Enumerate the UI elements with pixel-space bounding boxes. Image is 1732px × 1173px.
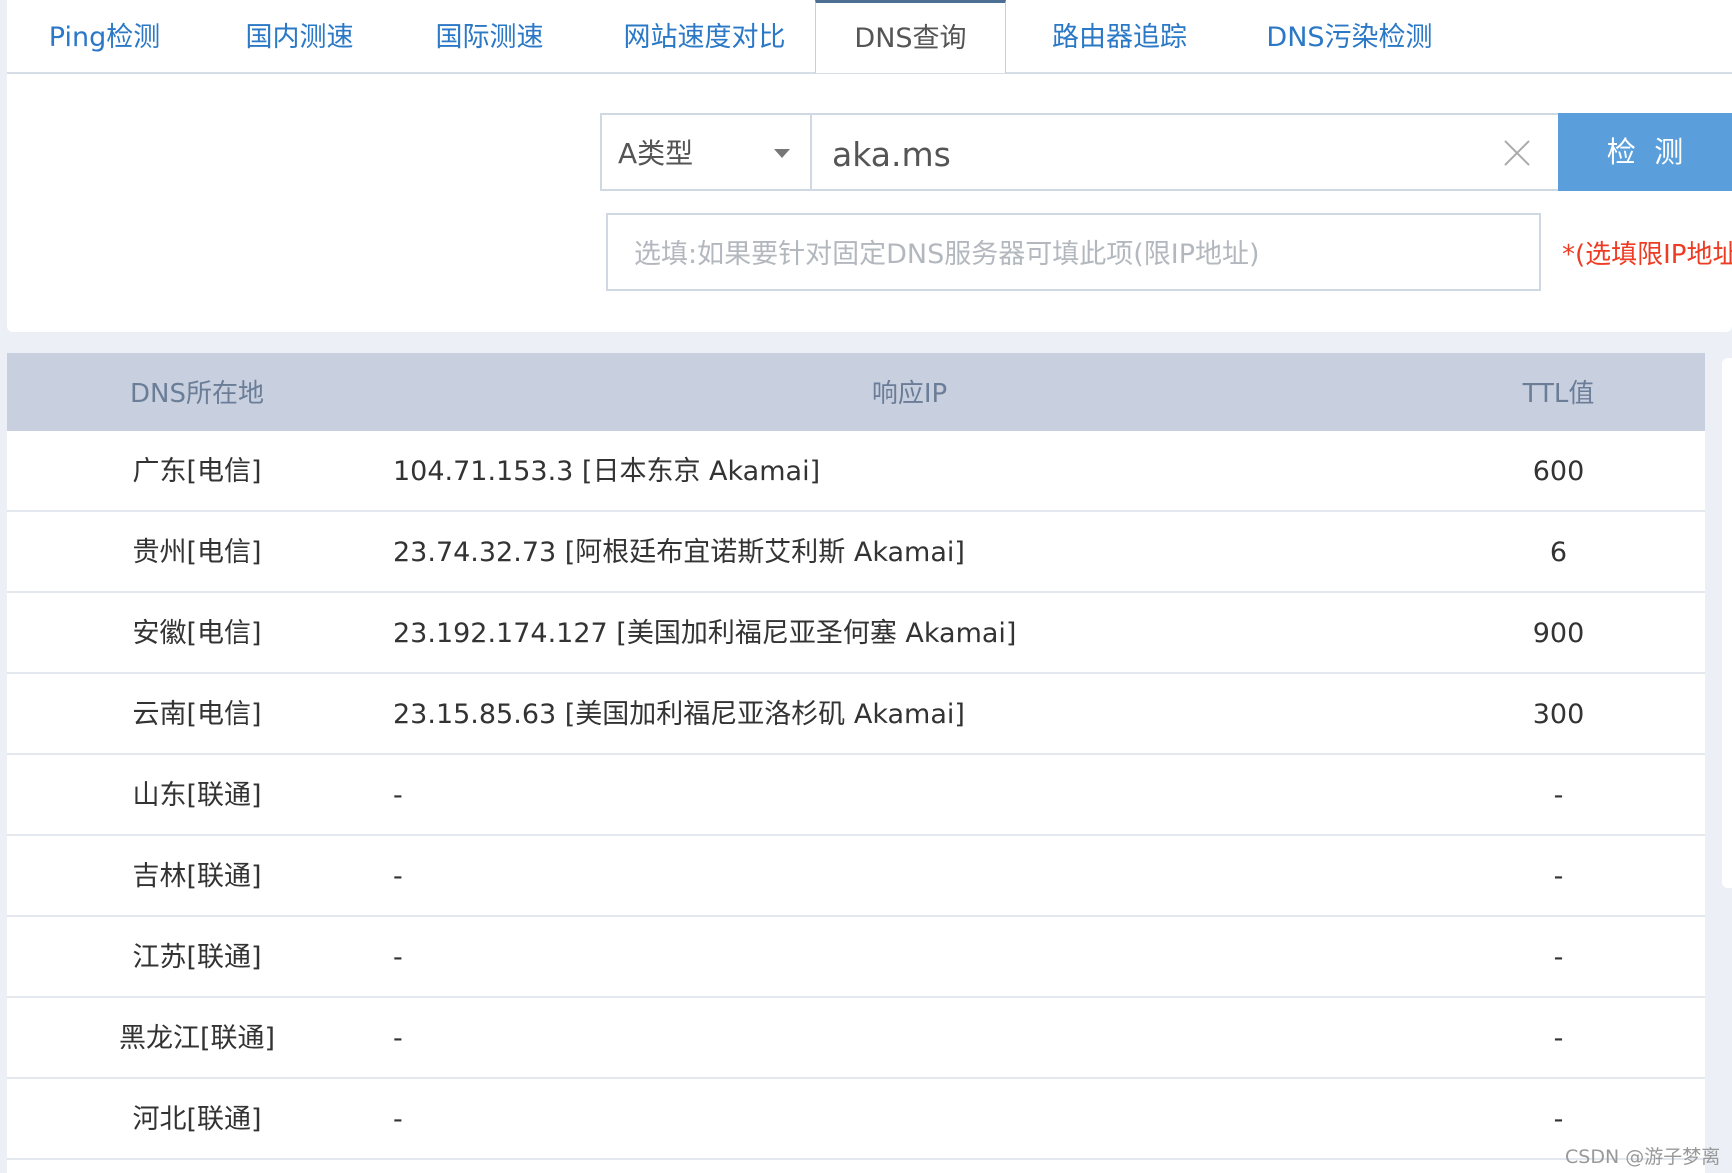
header-ttl: TTL值	[1522, 379, 1595, 409]
watermark: CSDN @游子梦离	[1565, 1146, 1721, 1168]
header-ip: 响应IP	[871, 379, 948, 409]
tab-international-speed[interactable]: 国际测速	[392, 0, 587, 72]
tab-dns-query[interactable]: DNS查询	[815, 0, 1006, 73]
cell-ip: -	[393, 780, 403, 811]
dns-server-hint: *(选填限IP地址)	[1562, 240, 1732, 270]
record-type-select[interactable]: A类型	[600, 113, 810, 191]
table-row: 山东[联通] - -	[7, 755, 1705, 836]
cell-location: 贵州[电信]	[132, 537, 262, 568]
cell-ttl: 900	[1532, 618, 1585, 649]
cell-location: 安徽[电信]	[132, 618, 262, 649]
tab-bar: Ping检测 国内测速 国际测速 网站速度对比 DNS查询 路由器追踪 DNS污…	[7, 0, 1732, 74]
record-type-value: A类型	[618, 137, 694, 170]
table-row: 黑龙江[联通] - -	[7, 998, 1705, 1079]
domain-field[interactable]	[810, 113, 1560, 191]
dns-server-field[interactable]	[606, 213, 1541, 291]
cell-ip: 23.192.174.127 [美国加利福尼亚圣何塞 Akamai]	[393, 618, 1017, 649]
tab-route-trace[interactable]: 路由器追踪	[1012, 0, 1227, 72]
cell-ip: 104.71.153.3 [日本东京 Akamai]	[393, 456, 821, 487]
cell-ttl: -	[1553, 861, 1564, 892]
table-header: DNS所在地 响应IP TTL值	[7, 353, 1705, 431]
table-row: 贵州[电信] 23.74.32.73 [阿根廷布宜诺斯艾利斯 Akamai] 6	[7, 512, 1705, 593]
cell-location: 广东[电信]	[132, 456, 262, 487]
check-button[interactable]: 检 测	[1558, 113, 1732, 191]
cell-ip: 23.74.32.73 [阿根廷布宜诺斯艾利斯 Akamai]	[393, 537, 965, 568]
dns-server-input[interactable]	[632, 225, 1516, 283]
cell-ip: -	[393, 861, 403, 892]
table-row: 江苏[联通] - -	[7, 917, 1705, 998]
chevron-down-icon	[774, 149, 790, 158]
table-row: 安徽[电信] 23.192.174.127 [美国加利福尼亚圣何塞 Akamai…	[7, 593, 1705, 674]
cell-ip: -	[393, 942, 403, 973]
tab-site-speed-compare[interactable]: 网站速度对比	[597, 0, 812, 72]
side-panel-edge	[1722, 358, 1732, 888]
cell-ttl: -	[1553, 1023, 1564, 1054]
cell-ip: -	[393, 1023, 403, 1054]
results-table: DNS所在地 响应IP TTL值 广东[电信] 104.71.153.3 [日本…	[7, 353, 1705, 1173]
cell-ttl: -	[1553, 780, 1564, 811]
cell-ttl: 300	[1532, 699, 1585, 730]
cell-location: 云南[电信]	[132, 699, 262, 730]
table-row: 吉林[联通] - -	[7, 836, 1705, 917]
cell-location: 吉林[联通]	[132, 861, 262, 892]
cell-ttl: 600	[1532, 456, 1585, 487]
cell-location: 山东[联通]	[132, 780, 262, 811]
close-icon[interactable]	[1500, 135, 1534, 169]
tab-dns-pollution[interactable]: DNS污染检测	[1232, 0, 1467, 72]
tab-ping[interactable]: Ping检测	[7, 0, 202, 72]
cell-location: 黑龙江[联通]	[118, 1023, 276, 1054]
table-row: 河北[联通] - -	[7, 1079, 1705, 1160]
cell-ip: -	[393, 1104, 403, 1135]
cell-ip: 23.15.85.63 [美国加利福尼亚洛杉矶 Akamai]	[393, 699, 965, 730]
cell-location: 江苏[联通]	[132, 942, 262, 973]
cell-ttl: 6	[1549, 537, 1568, 568]
header-location: DNS所在地	[130, 379, 264, 409]
table-row: 广东[电信] 104.71.153.3 [日本东京 Akamai] 600	[7, 431, 1705, 512]
cell-ttl: -	[1553, 942, 1564, 973]
table-row: 云南[电信] 23.15.85.63 [美国加利福尼亚洛杉矶 Akamai] 3…	[7, 674, 1705, 755]
tab-domestic-speed[interactable]: 国内测速	[202, 0, 397, 72]
domain-input[interactable]	[830, 125, 1474, 183]
cell-location: 河北[联通]	[132, 1104, 262, 1135]
